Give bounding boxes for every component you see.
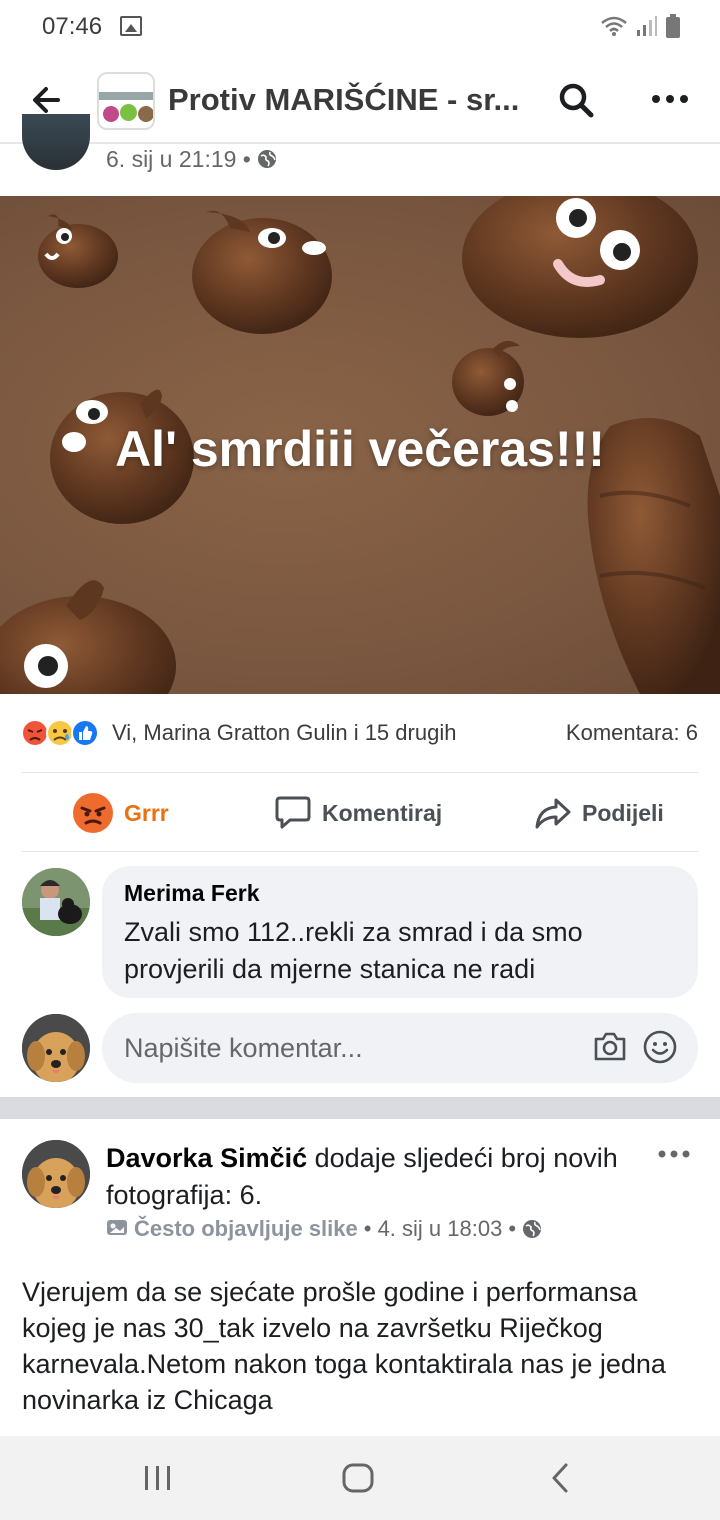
post-author-avatar[interactable] bbox=[22, 1140, 90, 1208]
comment-text: Zvali smo 112..rekli za smrad i da smo p… bbox=[124, 917, 583, 984]
home-button[interactable] bbox=[340, 1462, 376, 1494]
post-meta: Često objavljuje slike • 4. sij u 18:03 … bbox=[106, 1216, 542, 1242]
status-bar: 07:46 bbox=[0, 0, 720, 56]
system-back-button[interactable] bbox=[546, 1462, 576, 1494]
comment-icon bbox=[275, 796, 311, 829]
comment-placeholder: Napišite komentar... bbox=[124, 1033, 363, 1063]
recent-apps-icon bbox=[145, 1466, 170, 1490]
signal-icon bbox=[636, 15, 658, 37]
react-button[interactable]: Grrr bbox=[72, 791, 169, 835]
comment-bubble[interactable]: Merima Ferk Zvali smo 112..rekli za smra… bbox=[102, 866, 698, 998]
status-icons bbox=[600, 14, 680, 38]
frequent-poster-badge[interactable]: Često objavljuje slike bbox=[134, 1216, 358, 1242]
poop-emoji-icon bbox=[0, 580, 176, 694]
post-image[interactable]: Al' smrdiii večeras!!! bbox=[0, 196, 720, 694]
author-avatar[interactable] bbox=[22, 114, 90, 170]
poop-emoji-icon bbox=[38, 214, 118, 288]
comment-button[interactable]: Komentiraj bbox=[274, 791, 442, 835]
search-button[interactable] bbox=[556, 80, 596, 120]
group-title[interactable]: Protiv MARIŠĆINE - sr... bbox=[168, 82, 519, 118]
poop-emoji-icon bbox=[452, 340, 524, 416]
like-reaction-icon bbox=[71, 719, 99, 747]
sad-reaction-icon bbox=[46, 719, 74, 747]
photo-badge-icon bbox=[107, 1220, 127, 1235]
reaction-icons bbox=[20, 718, 110, 748]
current-user-avatar bbox=[22, 1014, 90, 1082]
comment-author[interactable]: Merima Ferk bbox=[124, 880, 260, 907]
more-dots-icon bbox=[658, 1150, 690, 1158]
post-timestamp[interactable]: 6. sij u 21:19 • bbox=[106, 146, 277, 173]
reactions-summary[interactable]: Vi, Marina Gratton Gulin i 15 drugih Kom… bbox=[0, 696, 720, 772]
poop-emoji-icon bbox=[462, 196, 698, 338]
angry-reaction-icon bbox=[73, 793, 113, 833]
home-icon bbox=[342, 1463, 374, 1493]
post-more-button[interactable] bbox=[654, 1140, 694, 1170]
more-dots-icon bbox=[652, 95, 688, 103]
wifi-icon bbox=[600, 15, 628, 37]
feed-separator bbox=[0, 1097, 720, 1119]
post-body-text: Vjerujem da se sjećate prošle godine i p… bbox=[22, 1277, 666, 1415]
status-time: 07:46 bbox=[42, 13, 103, 40]
system-nav-bar bbox=[0, 1436, 720, 1520]
post-timestamp[interactable]: • 4. sij u 18:03 • bbox=[364, 1216, 516, 1242]
globe-icon bbox=[258, 150, 277, 168]
camera-icon bbox=[594, 1032, 626, 1061]
image-notification-icon bbox=[120, 16, 142, 36]
comment-input[interactable]: Napišite komentar... bbox=[102, 1013, 698, 1083]
more-options-button[interactable] bbox=[650, 84, 690, 114]
smiley-icon bbox=[643, 1030, 677, 1064]
share-icon bbox=[535, 798, 571, 829]
battery-icon bbox=[666, 14, 680, 38]
share-button[interactable]: Podijeli bbox=[534, 791, 664, 835]
recent-apps-button[interactable] bbox=[142, 1464, 174, 1492]
divider bbox=[22, 851, 698, 852]
group-avatar[interactable] bbox=[97, 72, 155, 130]
camera-button[interactable] bbox=[592, 1029, 628, 1065]
angry-reaction-icon bbox=[21, 719, 49, 747]
post-header: 6. sij u 21:19 • bbox=[0, 114, 720, 196]
globe-icon bbox=[523, 1220, 542, 1238]
commenter-avatar[interactable] bbox=[22, 868, 90, 936]
search-icon bbox=[559, 83, 594, 118]
emoji-button[interactable] bbox=[642, 1029, 678, 1065]
reactions-text[interactable]: Vi, Marina Gratton Gulin i 15 drugih bbox=[112, 720, 456, 746]
post-actions: Grrr Komentiraj Podijeli bbox=[0, 773, 720, 851]
post-header-text: Davorka Simčić dodaje sljedeći broj novi… bbox=[106, 1140, 626, 1214]
image-caption: Al' smrdiii večeras!!! bbox=[115, 421, 605, 477]
app-bar: Protiv MARIŠĆINE - sr... bbox=[0, 56, 720, 144]
comments-count[interactable]: Komentara: 6 bbox=[566, 720, 698, 746]
chevron-left-icon bbox=[552, 1463, 568, 1493]
post-author-name[interactable]: Davorka Simčić bbox=[106, 1143, 307, 1173]
poop-emoji-icon bbox=[192, 210, 332, 334]
